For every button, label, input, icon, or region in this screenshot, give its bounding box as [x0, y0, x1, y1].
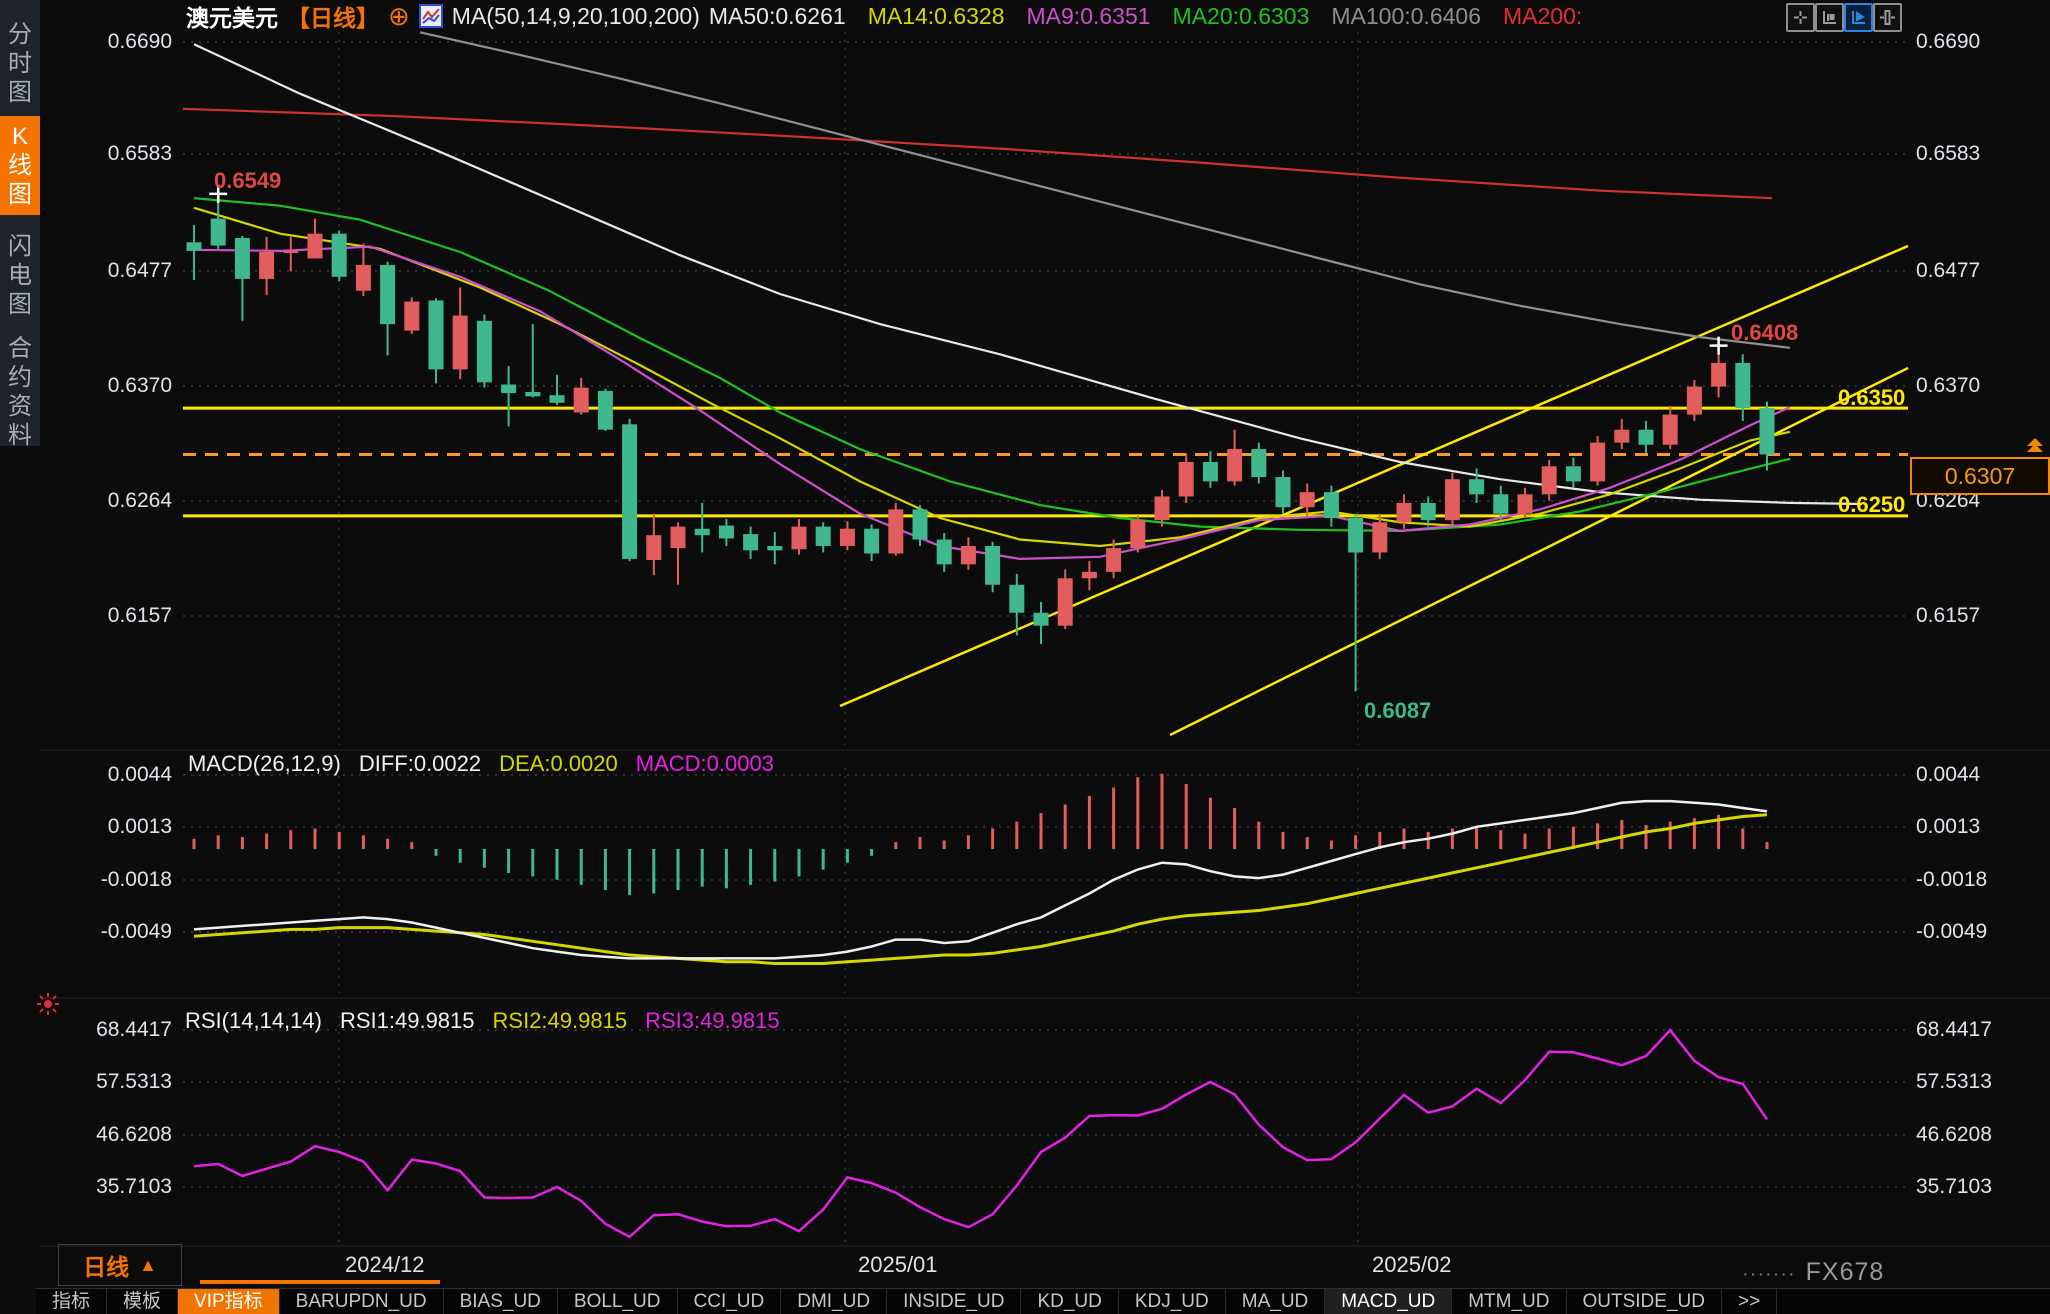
- period-tag[interactable]: 【日线】: [287, 0, 379, 33]
- indicator-tabbar: 指标模板VIP指标BARUPDN_UDBIAS_UDBOLL_UDCCI_UDD…: [36, 1288, 2050, 1314]
- price-up-arrows-icon: [2024, 438, 2046, 458]
- price-axis-label: 0.6370: [72, 375, 172, 397]
- rsi-axis-label: 35.7103: [1916, 1176, 1992, 1198]
- rsi-axis-label: 46.6208: [1916, 1124, 1992, 1146]
- indicator-value: MACD:0.0003: [636, 751, 774, 777]
- macd-axis-label: -0.0049: [1916, 921, 1987, 943]
- date-label: 2025/01: [858, 1252, 938, 1278]
- tab-inside_ud[interactable]: INSIDE_UD: [887, 1289, 1021, 1314]
- price-axis-label: 0.6583: [1916, 143, 1980, 165]
- chart-canvas[interactable]: [0, 0, 2050, 1314]
- tab-barupdn_ud[interactable]: BARUPDN_UD: [280, 1289, 444, 1314]
- tab-模板[interactable]: 模板: [107, 1289, 178, 1314]
- period-arrow-icon: ▲: [139, 1255, 157, 1276]
- watermark: ······· FX678: [1742, 1258, 1884, 1287]
- support-line-label[interactable]: 0.6250: [1838, 492, 1905, 518]
- tab-cci_ud[interactable]: CCI_UD: [678, 1289, 782, 1314]
- current-price-tag: 0.6307: [1910, 457, 2050, 495]
- chart-header: 澳元美元 【日线】 ⊕ MA(50,14,9,20,100,200) MA50:…: [186, 2, 1582, 30]
- rsi-axis-label: 46.6208: [72, 1124, 172, 1146]
- rsi-axis-label: 68.4417: [1916, 1019, 1992, 1041]
- watermark-dots: ·······: [1742, 1263, 1796, 1285]
- sidebar-item-4[interactable]: 合约资料: [0, 328, 40, 456]
- ma-summary: MA(50,14,9,20,100,200): [452, 3, 700, 30]
- spike-low-label: 0.6087: [1364, 698, 1431, 724]
- axis-pan-icon[interactable]: [1873, 3, 1902, 32]
- ma-value: MA9:0.6351: [1027, 3, 1151, 30]
- crosshair-icon[interactable]: [1786, 3, 1815, 32]
- price-axis-label: 0.6690: [1916, 31, 1980, 53]
- indicator-value: RSI2:49.9815: [493, 1008, 628, 1034]
- tab-kd_ud[interactable]: KD_UD: [1021, 1289, 1118, 1314]
- period-label: 日线: [83, 1248, 129, 1282]
- watermark-text: FX678: [1806, 1258, 1885, 1286]
- resistance-line-label[interactable]: 0.6350: [1838, 385, 1905, 411]
- indicator-value: DEA:0.0020: [499, 751, 618, 777]
- rsi-title: RSI(14,14,14): [185, 1008, 322, 1034]
- ma-values: MA50:0.6261 MA14:0.6328 MA9:0.6351 MA20:0.6…: [709, 3, 1582, 30]
- rsi-axis-label: 57.5313: [72, 1071, 172, 1093]
- price-axis-label: 0.6477: [1916, 260, 1980, 282]
- tab-bias_ud[interactable]: BIAS_UD: [444, 1289, 558, 1314]
- tab-ma_ud[interactable]: MA_UD: [1226, 1289, 1326, 1314]
- indicator-value: RSI1:49.9815: [340, 1008, 475, 1034]
- axis-flag-icon[interactable]: [1844, 3, 1873, 32]
- sidebar-item-1[interactable]: 分时图: [0, 14, 40, 113]
- tab-macd_ud[interactable]: MACD_UD: [1325, 1289, 1452, 1314]
- ma-value: MA200:: [1503, 3, 1582, 30]
- date-label: 2025/02: [1372, 1252, 1452, 1278]
- macd-axis-label: -0.0049: [72, 921, 172, 943]
- rsi-values: RSI1:49.9815 RSI2:49.9815 RSI3:49.9815: [340, 1008, 780, 1034]
- ma-value: MA20:0.6303: [1173, 3, 1310, 30]
- rsi-axis-label: 68.4417: [72, 1019, 172, 1041]
- macd-axis-label: 0.0044: [72, 764, 172, 786]
- tab-指标[interactable]: 指标: [36, 1289, 107, 1314]
- price-axis-label: 0.6690: [72, 31, 172, 53]
- macd-axis-label: 0.0013: [1916, 816, 1980, 838]
- period-selector[interactable]: 日线 ▲: [58, 1244, 182, 1286]
- indicator-value: RSI3:49.9815: [645, 1008, 780, 1034]
- alert-sun-icon[interactable]: [36, 992, 60, 1016]
- macd-axis-label: 0.0013: [72, 816, 172, 838]
- tab-kdj_ud[interactable]: KDJ_UD: [1119, 1289, 1226, 1314]
- rsi-axis-label: 57.5313: [1916, 1071, 1992, 1093]
- symbol-title: 澳元美元: [186, 0, 278, 33]
- price-axis-label: 0.6583: [72, 143, 172, 165]
- date-label: 2024/12: [345, 1252, 425, 1278]
- axis-candle-icon[interactable]: [1815, 3, 1844, 32]
- macd-axis-label: -0.0018: [72, 869, 172, 891]
- tab->>[interactable]: >>: [1722, 1289, 1777, 1314]
- recent-high-label: 0.6408: [1731, 320, 1798, 346]
- macd-header: MACD(26,12,9) DIFF:0.0022 DEA:0.0020 MACD:…: [188, 751, 774, 777]
- price-axis-label: 0.6157: [72, 605, 172, 627]
- add-favorite-icon[interactable]: ⊕: [388, 1, 410, 32]
- tab-vip指标[interactable]: VIP指标: [178, 1289, 280, 1314]
- price-axis-label: 0.6370: [1916, 375, 1980, 397]
- ma-value: MA50:0.6261: [709, 3, 846, 30]
- macd-axis-label: -0.0018: [1916, 869, 1987, 891]
- sidebar: 分时图K线图闪电图合约资料: [0, 0, 40, 446]
- mini-chart-icon: [419, 4, 443, 28]
- macd-values: DIFF:0.0022 DEA:0.0020 MACD:0.0003: [359, 751, 774, 777]
- trading-terminal: 分时图K线图闪电图合约资料 澳元美元 【日线】 ⊕ MA(50,14,9,20,…: [0, 0, 2050, 1314]
- rsi-axis-label: 35.7103: [72, 1176, 172, 1198]
- price-axis-label: 0.6264: [72, 490, 172, 512]
- swing-high-label: 0.6549: [214, 168, 281, 194]
- macd-axis-label: 0.0044: [1916, 764, 1980, 786]
- indicator-value: DIFF:0.0022: [359, 751, 481, 777]
- tab-mtm_ud[interactable]: MTM_UD: [1452, 1289, 1566, 1314]
- tab-boll_ud[interactable]: BOLL_UD: [558, 1289, 678, 1314]
- tab-outside_ud[interactable]: OUTSIDE_UD: [1567, 1289, 1722, 1314]
- current-price-value: 0.6307: [1945, 463, 2015, 490]
- ma-value: MA14:0.6328: [868, 3, 1005, 30]
- macd-title: MACD(26,12,9): [188, 751, 341, 777]
- sidebar-item-3[interactable]: 闪电图: [0, 226, 40, 325]
- sidebar-item-2[interactable]: K线图: [0, 116, 40, 215]
- price-axis-label: 0.6477: [72, 260, 172, 282]
- chart-scrollbar[interactable]: [200, 1280, 440, 1284]
- rsi-header: RSI(14,14,14) RSI1:49.9815RSI2:49.9815RS…: [185, 1008, 780, 1034]
- tab-dmi_ud[interactable]: DMI_UD: [781, 1289, 887, 1314]
- price-axis-label: 0.6157: [1916, 605, 1980, 627]
- ma-value: MA100:0.6406: [1331, 3, 1481, 30]
